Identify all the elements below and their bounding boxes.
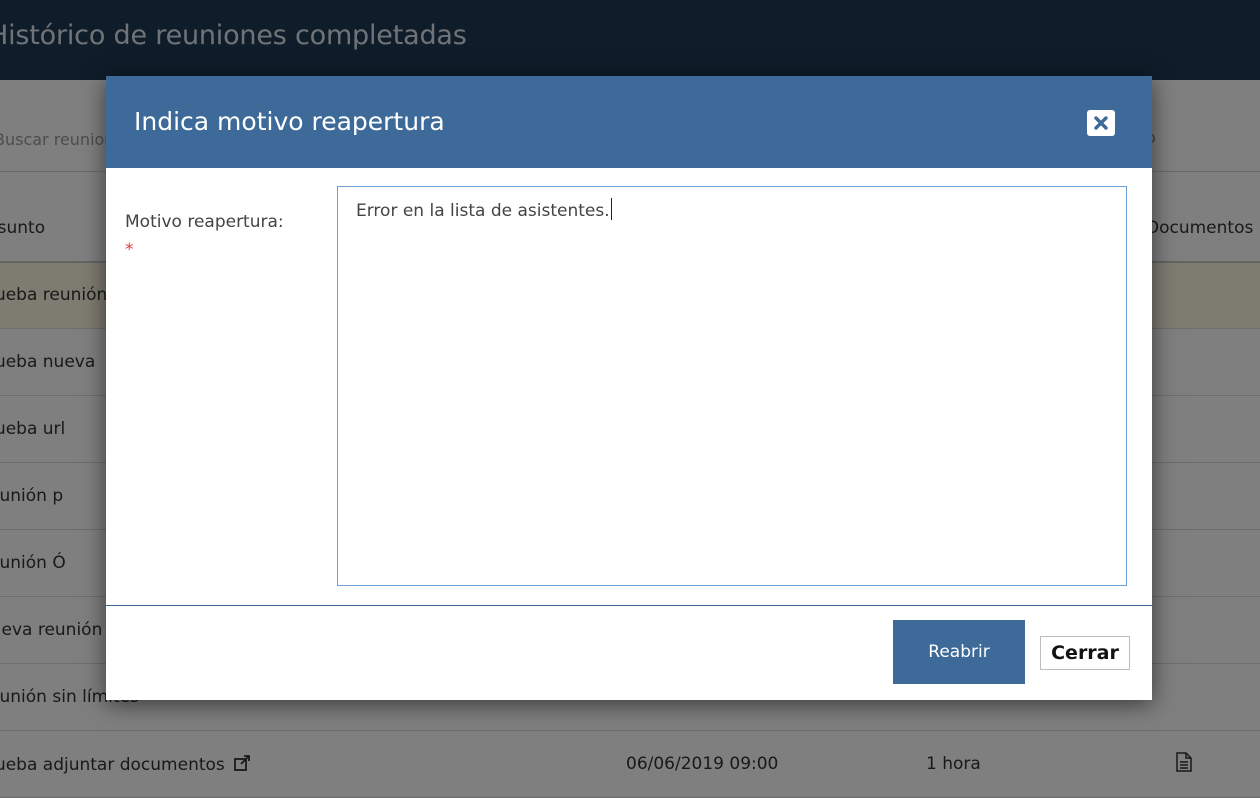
text-caret (610, 198, 612, 220)
dialog-body: Motivo reapertura: * Error en la lista d… (106, 168, 1152, 606)
cerrar-button[interactable]: Cerrar (1040, 636, 1130, 670)
dialog-footer: Reabrir Cerrar (106, 606, 1152, 700)
required-mark: * (125, 240, 134, 260)
motivo-reapertura-textarea[interactable]: Error en la lista de asistentes. (337, 186, 1127, 586)
motivo-reapertura-label: Motivo reapertura: * (125, 208, 295, 264)
dialog-title: Indica motivo reapertura (134, 107, 445, 136)
reopen-reason-dialog: Indica motivo reapertura Motivo reapertu… (106, 76, 1152, 700)
dialog-header: Indica motivo reapertura (106, 76, 1152, 168)
close-icon[interactable] (1087, 110, 1115, 136)
reabrir-button[interactable]: Reabrir (893, 620, 1025, 684)
textarea-value: Error en la lista de asistentes. (356, 201, 610, 221)
motivo-label-text: Motivo reapertura: (125, 212, 284, 232)
